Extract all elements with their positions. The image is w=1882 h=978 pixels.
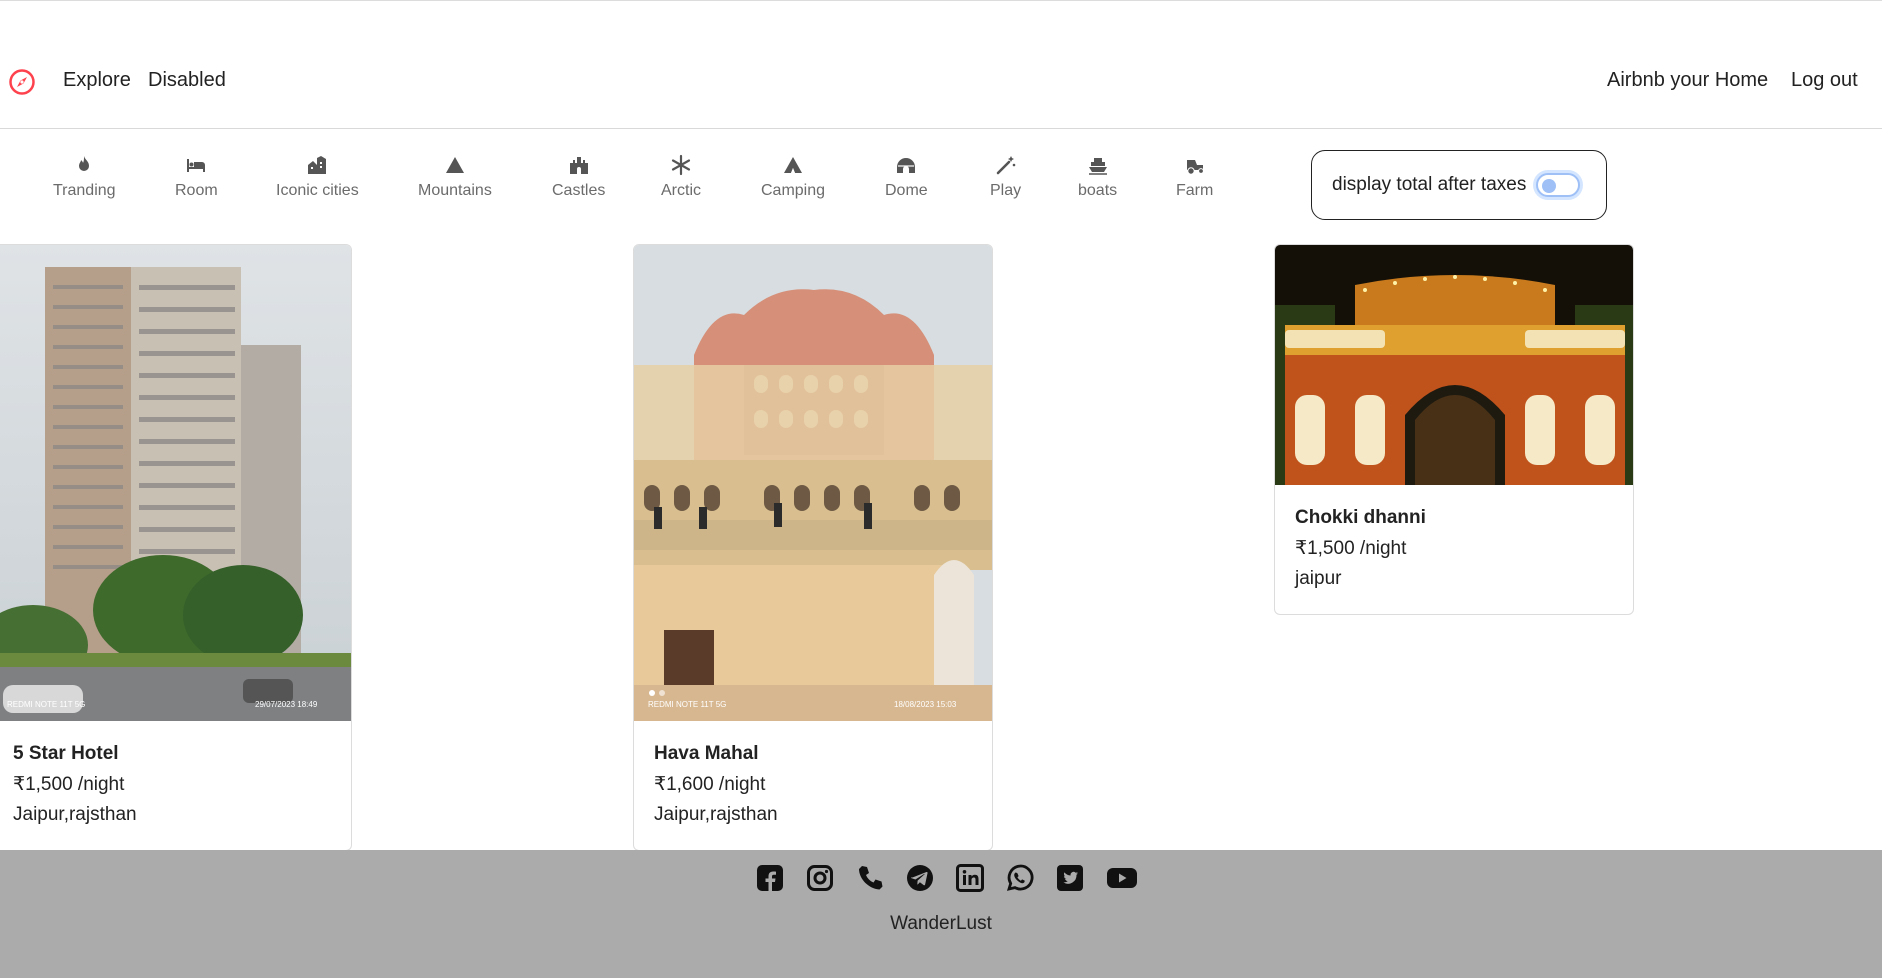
listing-title: Hava Mahal xyxy=(654,743,759,764)
listing-image xyxy=(1275,245,1633,485)
footer: WanderLust xyxy=(0,850,1882,978)
listing-body: 5 Star Hotel ₹1,500 /night Jaipur,rajsth… xyxy=(0,721,351,846)
facebook-icon[interactable] xyxy=(756,864,784,892)
filter-camping[interactable]: Camping xyxy=(761,154,825,200)
mountain-icon xyxy=(445,157,464,173)
filter-label: Camping xyxy=(761,182,826,199)
linkedin-icon[interactable] xyxy=(956,864,984,892)
listing-image: REDMI NOTE 11T 5G 18/08/2023 15:03 xyxy=(634,245,992,721)
tractor-icon xyxy=(1186,160,1204,175)
snowflake-icon xyxy=(671,154,691,176)
image-caption-left: REDMI NOTE 11T 5G xyxy=(648,700,726,709)
filter-boats[interactable]: boats xyxy=(1078,154,1117,200)
listing-price: ₹1,500 /night xyxy=(13,774,125,795)
toggle-knob xyxy=(1542,179,1557,193)
bed-icon xyxy=(187,159,206,172)
filter-label: Mountains xyxy=(418,182,492,199)
listing-card[interactable]: Chokki dhanni ₹1,500 /night jaipur xyxy=(1274,244,1634,615)
instagram-icon[interactable] xyxy=(806,864,834,892)
image-caption-right: 18/08/2023 15:03 xyxy=(894,700,957,709)
tax-toggle-box: display total after taxes xyxy=(1311,150,1607,220)
listing-location: Jaipur,rajsthan xyxy=(654,804,778,825)
listing-price: ₹1,600 /night xyxy=(654,774,766,795)
filter-label: Tranding xyxy=(53,182,116,199)
airbnb-your-home-link[interactable]: Airbnb your Home xyxy=(1607,69,1768,92)
city-icon xyxy=(308,156,327,174)
filter-label: Castles xyxy=(552,182,606,199)
listing-price: ₹1,500 /night xyxy=(1295,538,1407,559)
ship-icon xyxy=(1088,158,1107,175)
filter-iconic-cities[interactable]: Iconic cities xyxy=(276,154,359,200)
tent-icon xyxy=(784,157,803,173)
filter-dome[interactable]: Dome xyxy=(885,154,928,200)
filter-label: Room xyxy=(175,182,218,199)
image-caption-right: 29/07/2023 18:49 xyxy=(255,700,318,709)
listing-location: jaipur xyxy=(1295,568,1342,589)
listing-image: REDMI NOTE 11T 5G 29/07/2023 18:49 xyxy=(0,245,351,721)
listing-title: Chokki dhanni xyxy=(1295,507,1426,528)
footer-brand: WanderLust xyxy=(890,913,992,934)
compass-icon[interactable] xyxy=(8,68,36,96)
phone-icon[interactable] xyxy=(856,864,884,892)
listing-location: Jaipur,rajsthan xyxy=(13,804,137,825)
tax-toggle-label: display total after taxes xyxy=(1332,174,1527,195)
image-caption-left: REDMI NOTE 11T 5G xyxy=(7,700,85,709)
filter-label: Play xyxy=(990,182,1022,199)
twitter-icon[interactable] xyxy=(1056,864,1084,892)
castle-icon xyxy=(569,157,588,174)
navbar: Explore Disabled Airbnb your Home Log ou… xyxy=(0,1,1882,129)
whatsapp-icon[interactable] xyxy=(1006,864,1034,892)
filter-label: Dome xyxy=(885,182,928,199)
listing-card[interactable]: REDMI NOTE 11T 5G 18/08/2023 15:03 Hava … xyxy=(633,244,993,851)
nav-disabled-link[interactable]: Disabled xyxy=(148,69,226,92)
igloo-icon xyxy=(897,158,916,173)
filter-room[interactable]: Room xyxy=(175,154,218,200)
listing-body: Hava Mahal ₹1,600 /night Jaipur,rajsthan xyxy=(634,721,992,846)
filter-tranding[interactable]: Tranding xyxy=(53,154,116,200)
listing-card[interactable]: REDMI NOTE 11T 5G 29/07/2023 18:49 5 Sta… xyxy=(0,244,352,851)
listing-title: 5 Star Hotel xyxy=(13,743,119,764)
telegram-icon[interactable] xyxy=(906,864,934,892)
fire-icon xyxy=(79,156,90,171)
tax-toggle-switch[interactable] xyxy=(1536,173,1581,197)
filter-play[interactable]: Play xyxy=(990,154,1021,200)
filter-label: Arctic xyxy=(661,182,701,199)
youtube-icon[interactable] xyxy=(1106,864,1138,892)
listing-body: Chokki dhanni ₹1,500 /night jaipur xyxy=(1275,485,1633,610)
nav-explore-link[interactable]: Explore xyxy=(63,69,131,92)
filter-label: Iconic cities xyxy=(276,182,359,199)
logout-link[interactable]: Log out xyxy=(1791,69,1858,92)
filter-mountains[interactable]: Mountains xyxy=(418,154,492,200)
social-links xyxy=(0,864,1882,892)
filter-label: Farm xyxy=(1176,182,1214,199)
filter-castles[interactable]: Castles xyxy=(552,154,605,200)
filter-arctic[interactable]: Arctic xyxy=(661,154,701,200)
filter-farm[interactable]: Farm xyxy=(1176,154,1213,200)
magic-wand-icon xyxy=(996,156,1015,175)
filter-label: boats xyxy=(1078,182,1118,199)
